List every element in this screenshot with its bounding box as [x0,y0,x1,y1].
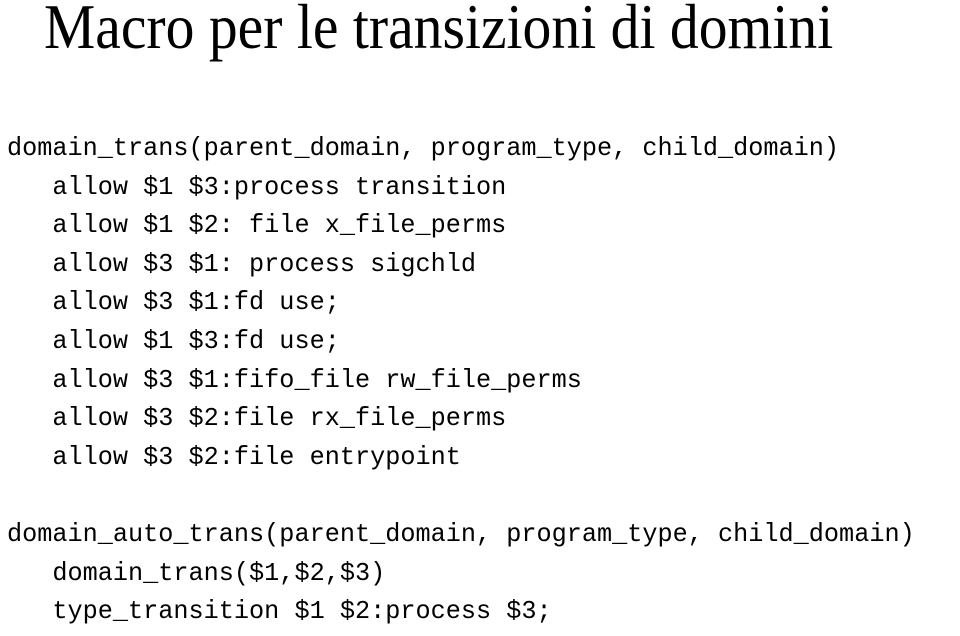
code-line: allow $3 $1:fifo_file rw_file_perms [7,365,582,395]
code-line: type_transition $1 $2:process $3; [7,597,552,627]
code-block-domain_trans-macro: domain_trans(parent_domain, program_type… [7,130,946,477]
page-title: Macro per le transizioni di domini [44,0,834,62]
code-block-domain_auto_trans-macro: domain_auto_trans(parent_domain, program… [7,516,946,632]
code-line: allow $1 $3:process transition [7,172,507,202]
code-line: domain_trans(parent_domain, program_type… [7,134,840,163]
code-listing: domain_trans(parent_domain, program_type… [7,130,946,632]
code-block-spacer [7,477,946,516]
code-line: domain_trans($1,$2,$3) [7,558,386,588]
slide-canvas: Macro per le transizioni di domini domai… [0,0,960,636]
code-line: allow $3 $1: process sigchld [7,249,476,279]
code-line: allow $1 $3:fd use; [7,326,340,356]
code-line: allow $3 $1:fd use; [7,288,340,318]
code-line: allow $3 $2:file entrypoint [7,442,461,472]
code-line: allow $1 $2: file x_file_perms [7,211,507,241]
code-line: domain_auto_trans(parent_domain, program… [7,519,915,549]
code-line: allow $3 $2:file rx_file_perms [7,404,507,434]
